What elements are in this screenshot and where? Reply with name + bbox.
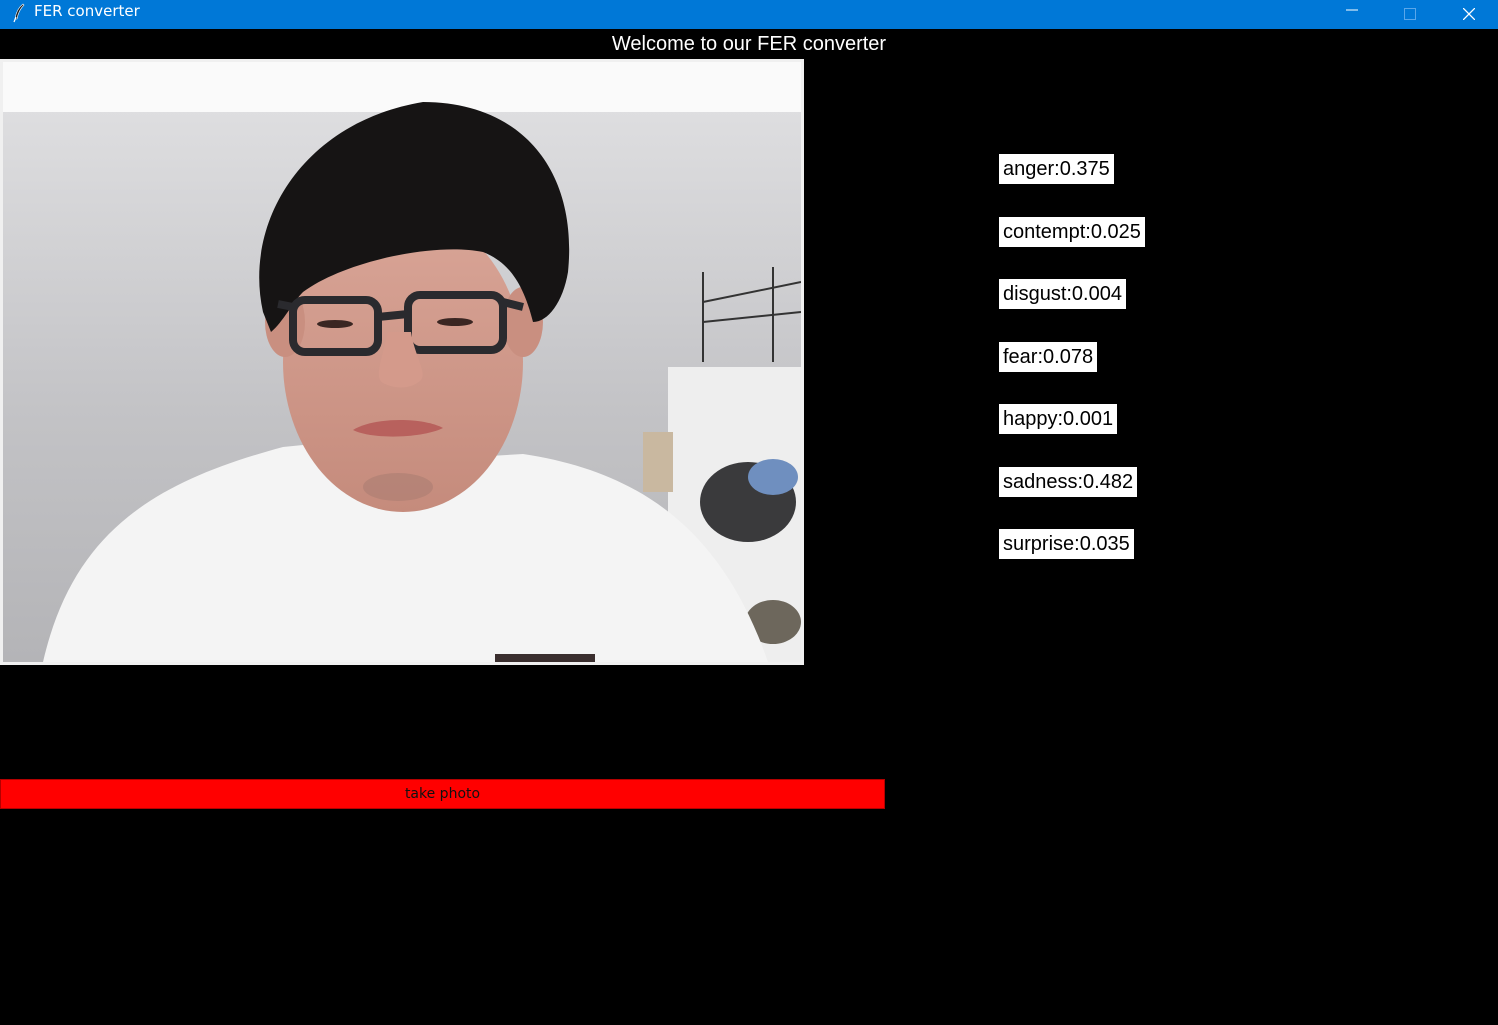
- emotion-label-happy: happy:0.001: [999, 404, 1118, 434]
- minimize-button[interactable]: [1323, 0, 1381, 29]
- minimize-icon: [1346, 9, 1358, 11]
- take-photo-button[interactable]: take photo: [0, 779, 885, 809]
- maximize-icon: [1404, 8, 1416, 20]
- emotion-label-disgust: disgust:0.004: [999, 279, 1126, 309]
- emotion-label-anger: anger:0.375: [999, 154, 1114, 184]
- welcome-heading: Welcome to our FER converter: [611, 33, 887, 55]
- webcam-photo-image: [3, 62, 801, 662]
- feather-app-icon: [10, 3, 28, 23]
- maximize-button[interactable]: [1381, 0, 1439, 29]
- emotion-label-sadness: sadness:0.482: [999, 467, 1138, 497]
- window-title: FER converter: [34, 2, 140, 20]
- emotion-label-fear: fear:0.078: [999, 342, 1098, 372]
- emotion-label-surprise: surprise:0.035: [999, 529, 1134, 559]
- close-icon: [1463, 8, 1475, 20]
- emotion-label-contempt: contempt:0.025: [999, 217, 1145, 247]
- title-bar: FER converter: [0, 0, 1498, 29]
- close-button[interactable]: [1440, 0, 1498, 29]
- camera-photo: [0, 59, 804, 665]
